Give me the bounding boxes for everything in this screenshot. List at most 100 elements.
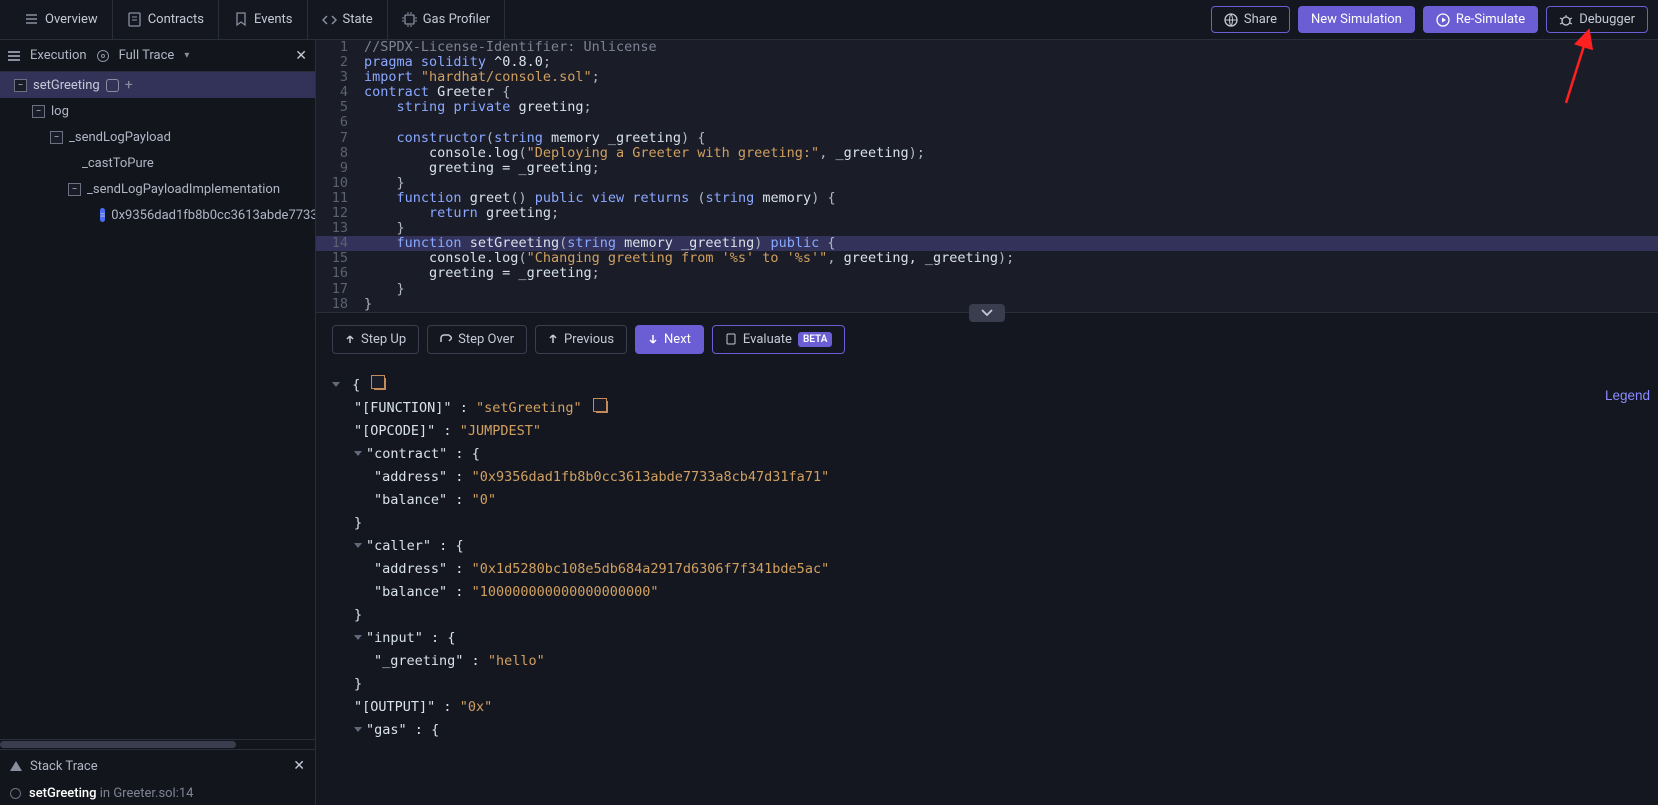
plus-icon[interactable]: + — [125, 77, 133, 93]
tab-label: Gas Profiler — [423, 12, 490, 27]
code-line[interactable]: 2pragma solidity ^0.8.0; — [316, 55, 1658, 70]
code-line[interactable]: 6 — [316, 115, 1658, 130]
code-line[interactable]: 10 } — [316, 176, 1658, 191]
tab-state[interactable]: State — [308, 0, 388, 40]
button-label: Next — [664, 332, 691, 347]
close-icon[interactable]: ✕ — [293, 758, 305, 774]
stack-trace-in: in — [100, 786, 110, 801]
button-label: Evaluate — [743, 332, 792, 347]
code-line[interactable]: 3import "hardhat/console.sol"; — [316, 70, 1658, 85]
top-nav: Overview Contracts Events State Gas Prof… — [0, 0, 1658, 40]
code-line[interactable]: 15 console.log("Changing greeting from '… — [316, 251, 1658, 266]
expand-handle[interactable] — [969, 304, 1005, 322]
caret-icon[interactable] — [354, 451, 362, 456]
code-editor[interactable]: 1//SPDX-License-Identifier: Unlicense2pr… — [316, 40, 1658, 313]
code-line[interactable]: 8 console.log("Deploying a Greeter with … — [316, 146, 1658, 161]
stack-trace-panel: Stack Trace ✕ setGreeting in Greeter.sol… — [0, 749, 315, 805]
line-number: 4 — [316, 85, 364, 100]
execution-header: Execution Full Trace ▾ ✕ — [0, 40, 315, 72]
caret-icon[interactable] — [354, 635, 362, 640]
json-line: "balance" : "100000000000000000000" — [332, 581, 1642, 604]
line-number: 11 — [316, 191, 364, 206]
code-content — [364, 115, 372, 130]
tab-events[interactable]: Events — [219, 0, 307, 40]
button-label: Share — [1244, 12, 1277, 27]
scrollbar-thumb[interactable] — [0, 741, 236, 748]
code-line[interactable]: 11 function greet() public view returns … — [316, 191, 1658, 206]
chevron-down-icon[interactable]: ▾ — [184, 50, 189, 61]
target-icon — [97, 50, 109, 62]
copy-icon[interactable] — [596, 401, 608, 413]
tree-item-sendLogPayloadImpl[interactable]: − _sendLogPayloadImplementation — [0, 176, 315, 202]
re-simulate-button[interactable]: Re-Simulate — [1423, 6, 1538, 33]
line-number: 3 — [316, 70, 364, 85]
caret-icon[interactable] — [332, 382, 340, 387]
code-line[interactable]: 1//SPDX-License-Identifier: Unlicense — [316, 40, 1658, 55]
line-number: 5 — [316, 100, 364, 115]
tab-overview[interactable]: Overview — [10, 0, 113, 40]
json-line: "[OUTPUT]" : "0x" — [332, 696, 1642, 719]
tree-item-castToPure[interactable]: _castToPure — [0, 150, 315, 176]
tree-item-sendLogPayload[interactable]: − _sendLogPayload — [0, 124, 315, 150]
hamburger-icon[interactable] — [8, 51, 20, 61]
warning-icon — [10, 761, 22, 771]
json-line: "balance" : "0" — [332, 489, 1642, 512]
evaluate-button[interactable]: Evaluate BETA — [712, 325, 845, 354]
tree-label: _castToPure — [82, 156, 154, 171]
code-line[interactable]: 14 function setGreeting(string memory _g… — [316, 236, 1658, 251]
collapse-icon[interactable]: − — [32, 105, 45, 118]
tree-item-log[interactable]: − log — [0, 98, 315, 124]
new-simulation-button[interactable]: New Simulation — [1298, 6, 1415, 33]
code-line[interactable]: 9 greeting = _greeting; — [316, 161, 1658, 176]
stack-trace-fn: setGreeting — [29, 786, 97, 801]
line-number: 13 — [316, 221, 364, 236]
collapse-icon[interactable]: − — [14, 79, 27, 92]
next-button[interactable]: Next — [635, 325, 704, 354]
tree-label: log — [51, 104, 69, 119]
inspector-panel: Legend { "[FUNCTION]" : "setGreeting" "[… — [316, 366, 1658, 805]
stack-trace-row[interactable]: setGreeting in Greeter.sol:14 — [0, 782, 315, 805]
json-line: "address" : "0x9356dad1fb8b0cc3613abde77… — [332, 466, 1642, 489]
close-icon[interactable]: ✕ — [295, 48, 307, 64]
tree-root-setGreeting[interactable]: − setGreeting + — [0, 72, 315, 98]
code-line[interactable]: 17 } — [316, 282, 1658, 297]
code-line[interactable]: 13 } — [316, 221, 1658, 236]
previous-button[interactable]: Previous — [535, 325, 627, 354]
step-over-button[interactable]: Step Over — [427, 325, 527, 354]
comment-icon[interactable] — [106, 79, 119, 92]
json-line: "gas" : { — [332, 719, 1642, 742]
code-line[interactable]: 4contract Greeter { — [316, 85, 1658, 100]
legend-link[interactable]: Legend — [1605, 384, 1650, 407]
action-group: Share New Simulation Re-Simulate Debugge… — [1211, 6, 1648, 33]
tree-item-address[interactable]: ≡ 0x9356dad1fb8b0cc3613abde7733a8 — [0, 202, 315, 228]
copy-icon[interactable] — [374, 378, 386, 390]
execution-title: Execution — [30, 48, 87, 63]
chip-icon — [402, 12, 417, 27]
share-button[interactable]: Share — [1211, 6, 1290, 33]
tree-label: setGreeting — [33, 78, 100, 93]
chevron-down-icon — [981, 309, 993, 317]
line-number: 8 — [316, 146, 364, 161]
code-content: } — [364, 176, 405, 191]
caret-icon[interactable] — [354, 727, 362, 732]
tab-contracts[interactable]: Contracts — [113, 0, 219, 40]
code-line[interactable]: 7 constructor(string memory _greeting) { — [316, 131, 1658, 146]
collapse-icon[interactable]: − — [68, 183, 81, 196]
code-line[interactable]: 12 return greeting; — [316, 206, 1658, 221]
sidebar-scrollbar-horizontal[interactable] — [0, 739, 315, 749]
code-line[interactable]: 16 greeting = _greeting; — [316, 266, 1658, 281]
circle-icon — [10, 788, 21, 799]
stack-trace-header: Stack Trace ✕ — [0, 750, 315, 782]
code-icon — [322, 12, 337, 27]
tab-gas-profiler[interactable]: Gas Profiler — [388, 0, 505, 40]
trace-label: Full Trace — [119, 48, 175, 63]
code-content: greeting = _greeting; — [364, 266, 600, 281]
caret-icon[interactable] — [354, 543, 362, 548]
collapse-icon[interactable]: − — [50, 131, 63, 144]
line-number: 9 — [316, 161, 364, 176]
tab-label: State — [343, 12, 373, 27]
code-line[interactable]: 5 string private greeting; — [316, 100, 1658, 115]
debugger-button[interactable]: Debugger — [1546, 6, 1648, 33]
step-up-button[interactable]: Step Up — [332, 325, 419, 354]
json-line: "_greeting" : "hello" — [332, 650, 1642, 673]
